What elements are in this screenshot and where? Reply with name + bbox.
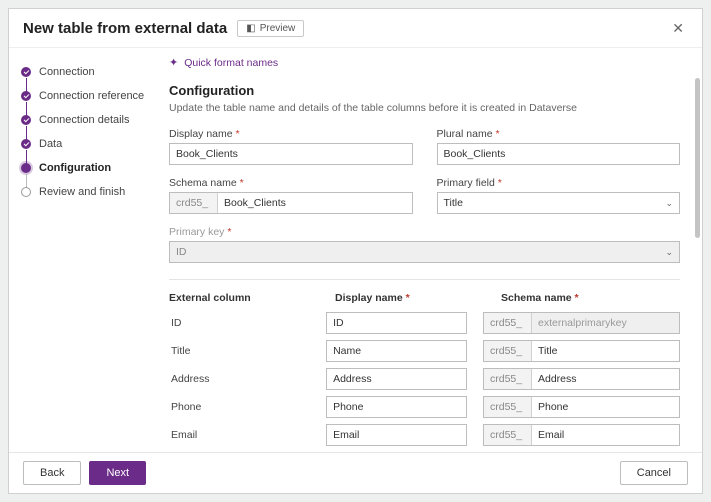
display-name-label: Display name [169,128,413,140]
preview-label: Preview [260,23,296,34]
column-schema-name-input-wrap[interactable]: crd55_ [483,340,680,362]
column-schema-name-input-wrap: crd55_ [483,312,680,334]
schema-prefix: crd55_ [484,369,532,389]
column-schema-name-input-wrap[interactable]: crd55_ [483,368,680,390]
column-schema-name-input[interactable] [532,369,679,389]
back-button[interactable]: Back [23,461,81,485]
step-configuration[interactable]: Configuration [13,156,159,180]
column-schema-name-input [532,313,679,333]
column-schema-name-input[interactable] [532,425,679,445]
configuration-description: Update the table name and details of the… [169,102,680,114]
dialog-footer: Back Next Cancel [9,452,702,493]
divider [169,279,680,280]
new-table-dialog: New table from external data ◧ Preview ✕… [8,8,703,494]
primary-key-select: ID ⌄ [169,241,680,263]
columns-header: External column Display name Schema name [169,292,680,304]
configuration-heading: Configuration [169,83,680,98]
step-pending-icon [21,187,31,197]
preview-icon: ◧ [246,23,255,34]
column-display-name-input[interactable] [326,396,467,418]
step-done-icon [21,67,31,77]
preview-button[interactable]: ◧ Preview [237,20,304,37]
dialog-body: Connection Connection reference Connecti… [9,48,702,452]
external-column-name: Address [169,373,310,385]
external-column-name: ID [169,317,310,329]
plural-name-label: Plural name [437,128,681,140]
columns-body: ID crd55_ Title crd55_ Address crd55_ Phone crd… [169,312,680,452]
step-connection[interactable]: Connection [13,60,159,84]
primary-field-select[interactable]: Title ⌄ [437,192,681,214]
next-button[interactable]: Next [89,461,146,485]
wizard-stepper: Connection Connection reference Connecti… [9,48,159,452]
column-row: Address crd55_ [169,368,680,390]
column-display-name-input[interactable] [326,424,467,446]
sparkle-icon: ✦ [169,56,178,69]
step-done-icon [21,91,31,101]
column-display-name-input[interactable] [326,368,467,390]
chevron-down-icon: ⌄ [665,247,673,258]
chevron-down-icon: ⌄ [665,198,673,209]
primary-field-label: Primary field [437,177,681,189]
schema-prefix: crd55_ [484,425,532,445]
external-column-name: Email [169,429,310,441]
column-display-name-input[interactable] [326,340,467,362]
step-done-icon [21,139,31,149]
column-row: Title crd55_ [169,340,680,362]
step-connection-details[interactable]: Connection details [13,108,159,132]
schema-name-label: Schema name [169,177,413,189]
column-schema-name-input-wrap[interactable]: crd55_ [483,396,680,418]
plural-name-input[interactable] [437,143,681,165]
scrollbar[interactable] [695,78,700,238]
column-row: Phone crd55_ [169,396,680,418]
external-column-name: Title [169,345,310,357]
schema-prefix: crd55_ [484,341,532,361]
schema-prefix: crd55_ [170,193,218,213]
display-name-input[interactable] [169,143,413,165]
schema-prefix: crd55_ [484,397,532,417]
column-schema-name-input-wrap[interactable]: crd55_ [483,424,680,446]
cancel-button[interactable]: Cancel [620,461,688,485]
step-connection-reference[interactable]: Connection reference [13,84,159,108]
column-display-name-input[interactable] [326,312,467,334]
step-data[interactable]: Data [13,132,159,156]
close-icon[interactable]: ✕ [668,17,688,39]
column-schema-name-input[interactable] [532,397,679,417]
dialog-header: New table from external data ◧ Preview ✕ [9,9,702,48]
quick-format-names[interactable]: ✦ Quick format names [169,56,680,69]
dialog-title: New table from external data [23,20,227,37]
step-review-finish[interactable]: Review and finish [13,180,159,204]
column-schema-name-input[interactable] [532,341,679,361]
schema-name-input[interactable] [218,193,412,213]
external-column-name: Phone [169,401,310,413]
step-current-icon [21,163,31,173]
schema-name-input-wrap[interactable]: crd55_ [169,192,413,214]
column-row: ID crd55_ [169,312,680,334]
step-done-icon [21,115,31,125]
primary-key-label: Primary key [169,226,680,238]
column-row: Email crd55_ [169,424,680,446]
schema-prefix: crd55_ [484,313,532,333]
config-panel: ✦ Quick format names Configuration Updat… [159,48,702,452]
